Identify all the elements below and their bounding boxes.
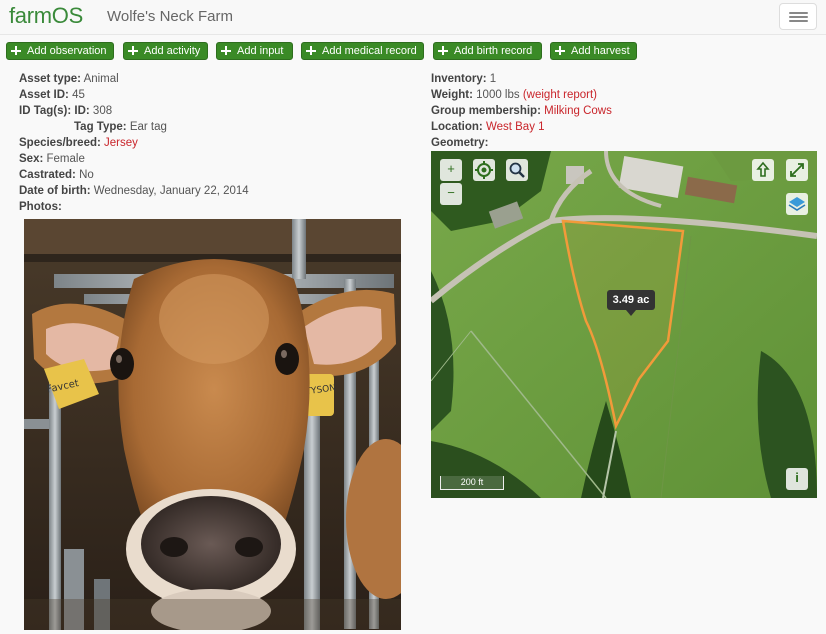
plus-icon [221,45,231,55]
location-link[interactable]: West Bay 1 [486,121,545,133]
animal-photo[interactable]: Favcet TYSON [24,219,401,630]
field-value: Animal [83,73,119,85]
add-harvest-button[interactable]: Add harvest [550,42,637,60]
field-value: Ear tag [129,121,167,133]
species-field: Species/breed: Jersey [19,136,138,150]
navbar: farmOS Wolfe's Neck Farm [0,0,826,35]
field-value: Female [46,153,85,165]
field-label: Location: [431,121,483,133]
button-label: Add observation [27,45,107,57]
button-label: Add activity [144,45,201,57]
button-label: Add input [237,45,284,57]
button-label: Add harvest [571,45,630,57]
location-field: Location: West Bay 1 [431,120,545,134]
inventory-field: Inventory: 1 [431,72,496,86]
plus-icon [128,45,138,55]
group-membership-field: Group membership: Milking Cows [431,104,612,118]
upload-arrow-icon [756,161,770,177]
weight-field: Weight: 1000 lbs (weight report) [431,88,597,102]
zoom-out-button[interactable]: − [440,183,462,205]
field-label: Castrated: [19,169,76,181]
area-label: 3.49 ac [607,290,655,316]
search-icon [509,162,525,178]
satellite-imagery [431,151,817,498]
weight-report-link[interactable]: (weight report) [523,89,597,101]
group-link[interactable]: Milking Cows [544,105,612,117]
upload-geometry-button[interactable] [752,159,774,181]
add-observation-button[interactable]: Add observation [6,42,114,60]
field-label: Species/breed: [19,137,101,149]
layers-icon [788,197,806,211]
field-value: 1 [489,73,497,85]
field-value: 1000 lbs [476,89,520,101]
button-label: Add medical record [322,45,417,57]
add-medical-record-button[interactable]: Add medical record [301,42,424,60]
hamburger-bar [789,16,808,18]
date-of-birth-field: Date of birth: Wednesday, January 22, 20… [19,184,249,198]
sex-field: Sex: Female [19,152,85,166]
castrated-field: Castrated: No [19,168,94,182]
field-value: No [79,169,94,181]
asset-type-field: Asset type: Animal [19,72,119,86]
hamburger-icon [789,12,808,14]
map-scale-bar: 200 ft [440,476,504,490]
field-label: Date of birth: [19,185,91,197]
add-activity-button[interactable]: Add activity [123,42,208,60]
plus-icon [306,45,316,55]
asset-id-field: Asset ID: 45 [19,88,85,102]
fullscreen-icon [790,163,804,177]
zoom-in-button[interactable]: + [440,159,462,181]
site-name[interactable]: Wolfe's Neck Farm [107,8,233,25]
brand-logo[interactable]: farmOS [9,3,83,29]
plus-icon [438,45,448,55]
locate-icon [475,161,493,179]
field-value: 308 [92,105,113,117]
plus-icon [555,45,565,55]
field-value: 45 [72,89,85,101]
add-birth-record-button[interactable]: Add birth record [433,42,542,60]
map-info-button[interactable]: i [786,468,808,490]
menu-toggle-button[interactable] [779,3,817,30]
field-label: Photos: [19,201,62,213]
geometry-field: Geometry: [431,136,489,150]
plus-icon [11,45,21,55]
photos-field: Photos: [19,200,62,214]
hamburger-bar [789,20,808,22]
locate-button[interactable] [473,159,495,181]
cow-photo-illustration: Favcet TYSON [24,219,401,630]
fullscreen-button[interactable] [786,159,808,181]
field-label: Sex: [19,153,44,165]
add-input-button[interactable]: Add input [216,42,293,60]
field-label: Geometry: [431,137,489,149]
button-label: Add birth record [454,45,533,57]
field-label: Asset ID: [19,89,69,101]
field-label: ID Tag(s): [19,105,72,117]
layer-switcher-button[interactable] [786,193,808,215]
field-label: Weight: [431,89,473,101]
field-label: Group membership: [431,105,541,117]
field-label: ID: [74,105,90,117]
species-link[interactable]: Jersey [104,137,138,149]
geometry-map[interactable]: + − i [431,151,817,498]
field-label: Inventory: [431,73,487,85]
field-label: Tag Type: [74,121,127,133]
map-search-button[interactable] [506,159,528,181]
id-tags-field: ID Tag(s): ID: 308 [19,104,112,118]
field-label: Asset type: [19,73,81,85]
field-value: Wednesday, January 22, 2014 [93,185,249,197]
tag-type-field: Tag Type: Ear tag [74,120,167,134]
